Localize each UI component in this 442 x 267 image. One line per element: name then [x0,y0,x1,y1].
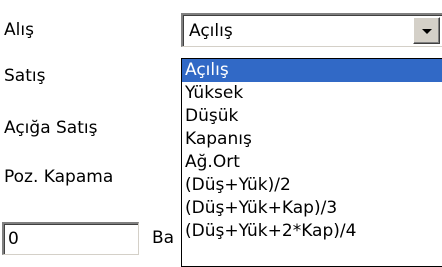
dropdown-option[interactable]: (Düş+Yük)/2 [182,174,442,197]
dropdown-option[interactable]: Yüksek [182,82,442,105]
alis-label: Alış [4,20,34,40]
aciga-satis-label: Açığa Satış [4,118,98,138]
dropdown-button[interactable] [413,17,440,44]
dropdown-option[interactable]: (Düş+Yük+Kap)/3 [182,197,442,220]
poz-kapama-label: Poz. Kapama [4,167,114,187]
partial-label: Ba [152,228,175,248]
dropdown-option[interactable]: (Düş+Yük+2*Kap)/4 [182,220,442,243]
dropdown-option[interactable]: Ağ.Ort [182,151,442,174]
dropdown-option[interactable]: Düşük [182,105,442,128]
combobox-value: Açılış [189,21,233,41]
dropdown-option[interactable]: Kapanış [182,128,442,151]
quantity-input[interactable]: 0 [2,222,139,255]
price-settings-form: Alış Satış Açığa Satış Poz. Kapama Açılı… [0,0,442,267]
dropdown-option[interactable]: Açılış [182,59,442,82]
satis-label: Satış [4,66,46,86]
dropdown-list[interactable]: Açılış Yüksek Düşük Kapanış Ağ.Ort (Düş+… [181,58,442,267]
chevron-down-icon [422,29,432,34]
alis-price-combobox[interactable]: Açılış [181,13,442,47]
